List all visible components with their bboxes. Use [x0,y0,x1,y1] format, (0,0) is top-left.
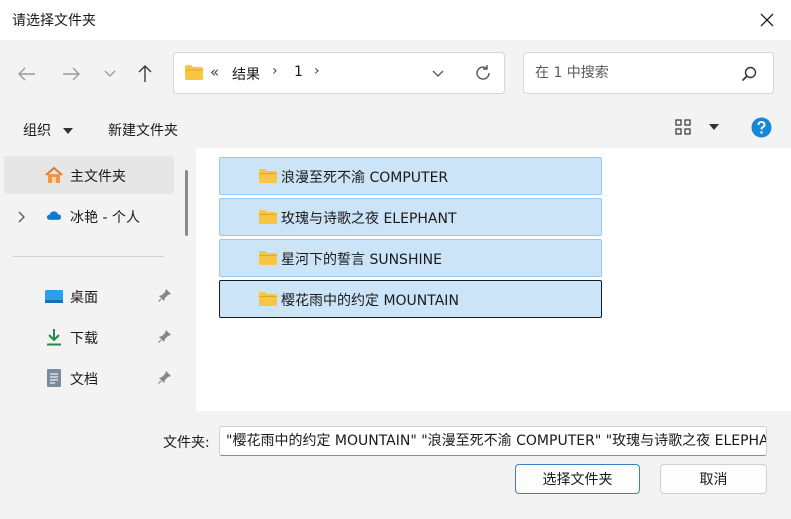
nav-label-documents: 文档 [70,372,98,388]
folder-field-label: 文件夹: [163,435,210,451]
close-icon [760,13,774,27]
nav-item-home[interactable]: 主文件夹 [4,156,174,194]
breadcrumb-1[interactable]: 1 [294,64,303,80]
navigation-row: « 结果 › 1 › [0,40,791,108]
new-folder-button[interactable]: 新建文件夹 [108,120,178,140]
navigation-pane: 主文件夹 冰艳 - 个人 桌面 下载 文档 [0,148,196,411]
chevron-down-icon [104,70,116,77]
folder-icon [259,210,277,224]
list-item[interactable]: 樱花雨中的约定 MOUNTAIN [219,280,602,318]
address-overflow[interactable]: « [210,63,219,81]
folder-name: 樱花雨中的约定 MOUNTAIN [281,293,459,309]
cancel-button[interactable]: 取消 [660,464,767,494]
grid-view-icon [675,119,691,135]
nav-label-onedrive: 冰艳 - 个人 [70,210,140,226]
forward-button[interactable] [57,60,85,88]
search-input[interactable] [535,63,735,83]
nav-scrollbar-thumb[interactable] [185,170,188,236]
pin-icon[interactable] [158,288,172,302]
view-options-button[interactable] [675,119,720,139]
nav-item-desktop[interactable]: 桌面 [4,277,174,315]
help-button[interactable] [751,117,772,142]
refresh-icon[interactable] [474,64,492,82]
breadcrumb-separator-icon: › [272,63,278,79]
title-bar: 请选择文件夹 [0,0,791,40]
folder-icon [259,292,277,306]
command-bar: 组织 新建文件夹 [0,108,791,148]
folder-picker-dialog: 请选择文件夹 « 结果 › 1 › 在 1 中搜索 组织 新建文件夹 主文件夹 … [0,0,791,519]
file-list-pane: 浪漫至死不渝 COMPUTER 玫瑰与诗歌之夜 ELEPHANT 星河下的誓言 … [196,148,791,411]
search-box[interactable] [523,52,774,94]
select-folder-button[interactable]: 选择文件夹 [515,464,640,494]
footer: 文件夹: "樱花雨中的约定 MOUNTAIN" "浪漫至死不渝 COMPUTER… [0,411,791,519]
window-title: 请选择文件夹 [12,13,96,29]
cloud-icon [47,211,61,220]
pin-icon[interactable] [158,329,172,343]
caret-down-icon [709,124,720,130]
folder-name-field[interactable]: "樱花雨中的约定 MOUNTAIN" "浪漫至死不渝 COMPUTER" "玫瑰… [219,426,767,456]
nav-divider [13,256,164,257]
home-icon [45,166,63,183]
folder-icon [259,169,277,183]
list-item[interactable]: 星河下的誓言 SUNSHINE [219,239,602,277]
list-item[interactable]: 玫瑰与诗歌之夜 ELEPHANT [219,198,602,236]
nav-label-home: 主文件夹 [70,169,126,185]
select-folder-label: 选择文件夹 [542,472,613,488]
search-icon [741,66,757,82]
nav-item-documents[interactable]: 文档 [4,359,174,397]
address-bar[interactable]: « 结果 › 1 › [173,52,505,94]
organize-menu-button[interactable]: 组织 [23,120,74,140]
cancel-label: 取消 [699,472,728,488]
nav-item-downloads[interactable]: 下载 [4,318,174,356]
pin-icon[interactable] [158,370,172,384]
arrow-up-icon [138,65,152,82]
download-icon [47,329,61,346]
nav-label-downloads: 下载 [70,331,98,347]
folder-icon [185,65,203,80]
nav-item-pictures[interactable]: 图片 [4,400,174,411]
arrow-right-icon [63,67,80,81]
new-folder-label: 新建文件夹 [108,123,178,139]
caret-down-icon [63,128,74,134]
close-button[interactable] [753,6,781,34]
document-icon [47,369,61,387]
desktop-icon [45,290,63,303]
folder-name: 星河下的誓言 SUNSHINE [281,252,442,268]
breadcrumb-results[interactable]: 结果 [232,64,260,84]
folder-name: 玫瑰与诗歌之夜 ELEPHANT [281,211,457,227]
up-button[interactable] [131,60,159,88]
organize-label: 组织 [23,123,51,139]
chevron-right-icon[interactable] [18,211,26,223]
breadcrumb-separator-icon: › [314,63,320,79]
back-button[interactable] [13,60,41,88]
folder-name-field-value: "樱花雨中的约定 MOUNTAIN" "浪漫至死不渝 COMPUTER" "玫瑰… [226,433,767,449]
nav-item-onedrive[interactable]: 冰艳 - 个人 [4,197,174,235]
nav-label-desktop: 桌面 [70,290,98,306]
help-icon [751,117,772,138]
chevron-down-icon[interactable] [432,70,444,78]
folder-name: 浪漫至死不渝 COMPUTER [281,170,449,186]
folder-icon [259,251,277,265]
list-item[interactable]: 浪漫至死不渝 COMPUTER [219,157,602,195]
arrow-left-icon [18,67,35,81]
recent-locations-button[interactable] [96,60,124,88]
